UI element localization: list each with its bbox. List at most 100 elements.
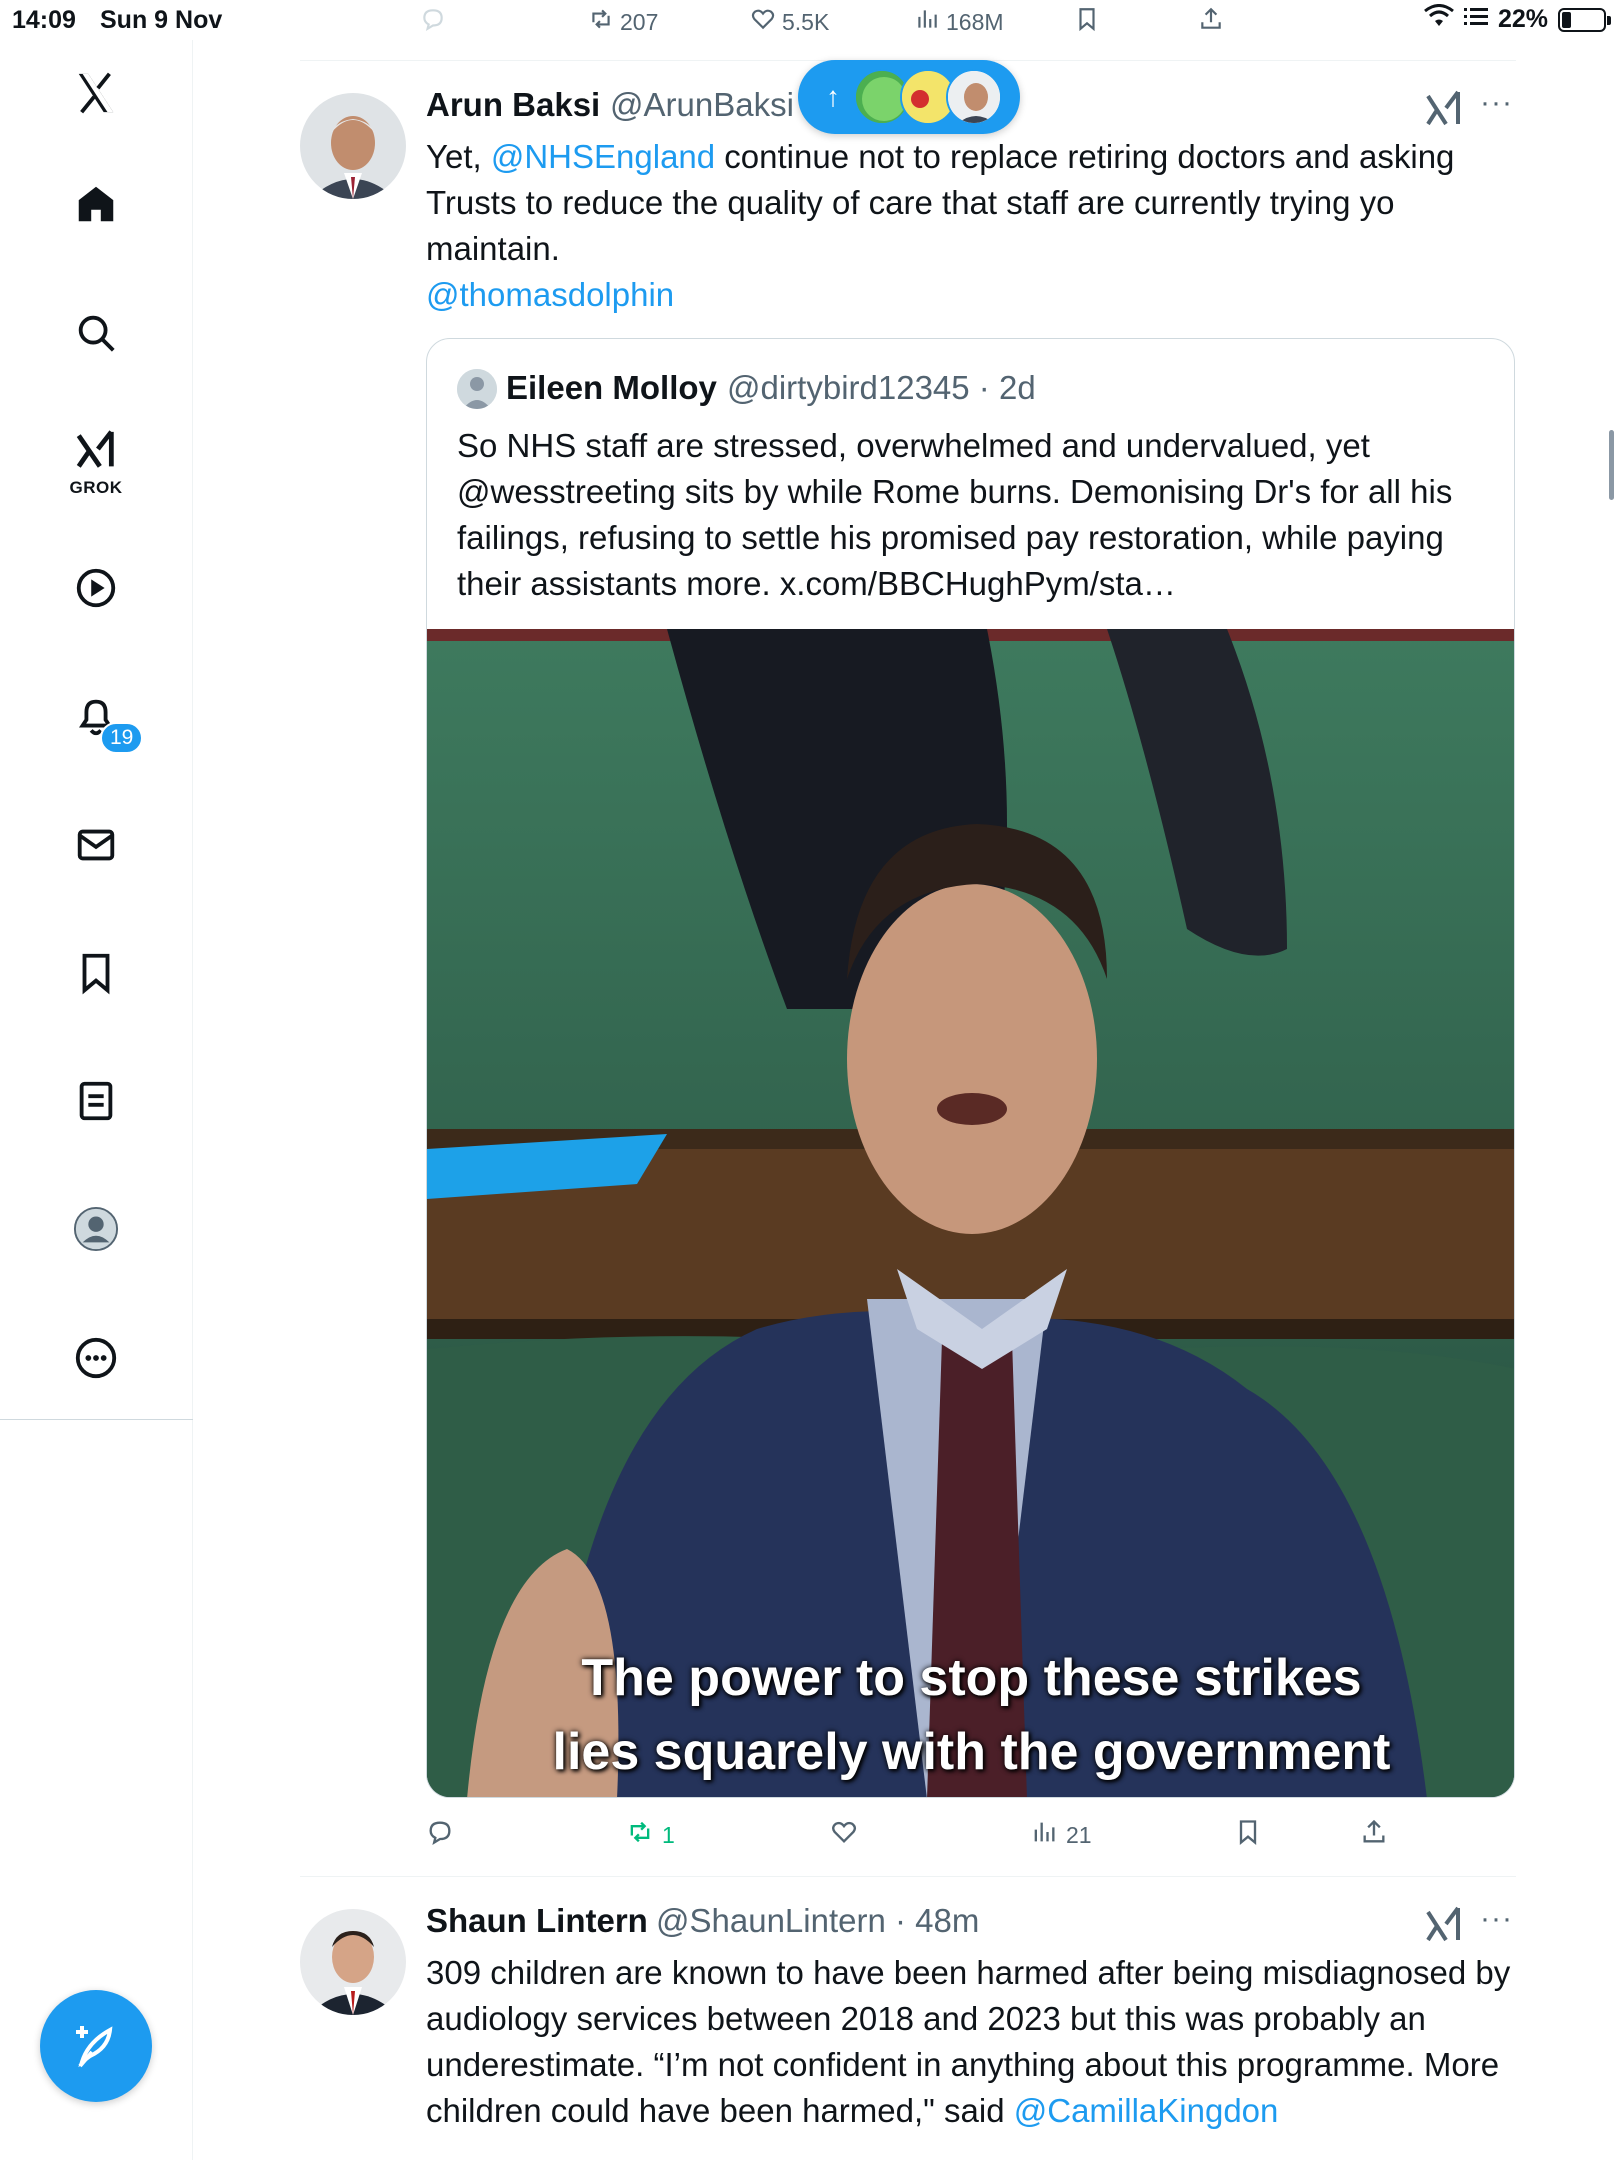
retweet-icon: [588, 6, 614, 38]
video-frame-image: [427, 629, 1514, 1797]
tweet-text: 309 children are known to have been harm…: [426, 1950, 1516, 2134]
wifi-icon: [1424, 4, 1454, 35]
tweet-divider: [300, 1876, 1516, 1877]
pill-avatar-image: [948, 71, 1000, 123]
grok-explain-button[interactable]: [1424, 1904, 1464, 1944]
envelope-icon: [77, 829, 115, 861]
bookmark-icon: [1234, 1818, 1262, 1852]
previous-tweet-actions: 207 5.5K 168M: [420, 4, 1240, 38]
like-button[interactable]: 5.5K: [750, 6, 829, 38]
grok-explain-button[interactable]: [1424, 88, 1464, 128]
views-button[interactable]: 168M: [914, 6, 1004, 38]
x-logo[interactable]: [68, 65, 124, 121]
share-icon: [1360, 1818, 1388, 1852]
views-count: 21: [1066, 1821, 1092, 1848]
arrow-up-icon: ↑: [826, 81, 840, 112]
notifications-badge: 19: [100, 722, 144, 754]
sidebar-item-profile[interactable]: [68, 1201, 124, 1257]
profile-avatar-icon: [73, 1206, 119, 1252]
quoted-author-handle: @dirtybird12345 · 2d: [727, 369, 1036, 406]
bookmark-button[interactable]: [1234, 1818, 1262, 1852]
sidebar: GROK 19: [0, 40, 193, 2160]
bookmark-icon: [1074, 6, 1100, 38]
views-button[interactable]: 21: [1030, 1818, 1092, 1852]
heart-icon: [830, 1818, 858, 1852]
new-posts-pill[interactable]: ↑: [798, 60, 1020, 134]
tweet-author-handle[interactable]: @ShaunLintern · 48m: [656, 1902, 979, 1940]
sidebar-divider: [0, 1419, 193, 1420]
share-button[interactable]: [1360, 1818, 1388, 1852]
reply-button[interactable]: [420, 6, 446, 38]
compose-feather-icon: [76, 2026, 113, 2068]
mention-link[interactable]: @CamillaKingdon: [1014, 2092, 1279, 2129]
more-circle-icon: [75, 1337, 117, 1379]
status-date: Sun 9 Nov: [100, 6, 223, 34]
play-icon: [76, 568, 116, 608]
reply-button[interactable]: [426, 1818, 454, 1852]
tweet-text: Yet, @NHSEngland continue not to replace…: [426, 134, 1516, 318]
heart-icon: [750, 6, 776, 38]
tweet-more-button[interactable]: ···: [1480, 1902, 1513, 1936]
retweet-icon: [626, 1818, 654, 1852]
quoted-tweet[interactable]: Eileen Molloy @dirtybird12345 · 2d So NH…: [426, 338, 1515, 1798]
avatar-portrait-icon: [300, 93, 406, 199]
retweet-button[interactable]: 207: [588, 6, 658, 38]
sidebar-item-messages[interactable]: [68, 817, 124, 873]
search-icon: [78, 315, 115, 352]
sidebar-item-lists[interactable]: [68, 1073, 124, 1129]
like-button[interactable]: [830, 1818, 858, 1852]
avatar[interactable]: [300, 93, 406, 199]
bookmark-button[interactable]: [1074, 6, 1100, 38]
retweet-count: 1: [662, 1821, 675, 1848]
sidebar-item-bookmarks[interactable]: [68, 945, 124, 1001]
compose-button[interactable]: [40, 1990, 152, 2102]
sidebar-item-video[interactable]: [68, 560, 124, 616]
tweet-text-segment: Yet,: [426, 138, 491, 175]
grok-label: GROK: [69, 478, 123, 497]
sidebar-item-more[interactable]: [68, 1330, 124, 1386]
sidebar-item-search[interactable]: [68, 305, 124, 361]
views-icon: [914, 6, 940, 38]
sidebar-item-home[interactable]: [68, 176, 124, 232]
reply-icon: [426, 1818, 454, 1852]
avatar-portrait-icon: [300, 1909, 406, 2015]
retweet-button[interactable]: 1: [626, 1818, 675, 1852]
mention-link[interactable]: @thomasdolphin: [426, 276, 674, 313]
status-time: 14:09: [12, 6, 76, 34]
battery-fill: [1562, 11, 1571, 28]
quoted-tweet-video[interactable]: The power to stop these strikes lies squ…: [427, 629, 1514, 1797]
grok-icon: [1426, 1906, 1460, 1942]
grok-icon: [76, 430, 114, 468]
sidebar-item-grok[interactable]: [68, 423, 124, 479]
tweet-author-handle[interactable]: @ArunBaksi: [610, 86, 794, 124]
quoted-tweet-text: So NHS staff are stressed, overwhelmed a…: [457, 427, 1453, 602]
default-avatar-icon: [457, 369, 497, 409]
grok-icon: [1426, 90, 1460, 126]
battery-percent: 22%: [1497, 5, 1548, 33]
like-count: 5.5K: [782, 8, 830, 35]
avatar[interactable]: [300, 1909, 406, 2015]
share-button[interactable]: [1198, 6, 1224, 38]
retweet-count: 207: [620, 8, 659, 35]
tweet-more-button[interactable]: ···: [1480, 86, 1513, 120]
tweet-author-name[interactable]: Arun Baksi: [426, 86, 600, 124]
home-icon: [78, 186, 114, 222]
list-icon: [79, 1081, 113, 1121]
scrollbar[interactable]: [1609, 430, 1614, 500]
video-caption-line2: lies squarely with the government: [552, 1723, 1391, 1781]
tweet-author-name[interactable]: Shaun Lintern: [426, 1902, 648, 1940]
mention-link[interactable]: @NHSEngland: [491, 138, 715, 175]
x-logo-icon: [78, 72, 114, 114]
video-caption-line1: The power to stop these strikes: [581, 1649, 1362, 1707]
quoted-author-name: Eileen Molloy: [506, 369, 717, 406]
quoted-tweet-avatar[interactable]: [457, 369, 497, 409]
status-right: 22%: [1424, 4, 1611, 35]
tweet-actions: 1 21: [426, 1818, 1426, 1854]
bookmark-icon: [82, 953, 110, 995]
reply-icon: [420, 6, 446, 38]
views-icon: [1030, 1818, 1058, 1852]
battery-icon: [1558, 7, 1611, 32]
list-status-icon: [1463, 5, 1488, 34]
views-count: 168M: [946, 8, 1004, 35]
tweet-text-segment: 309 children are known to have been harm…: [426, 1954, 1511, 2129]
